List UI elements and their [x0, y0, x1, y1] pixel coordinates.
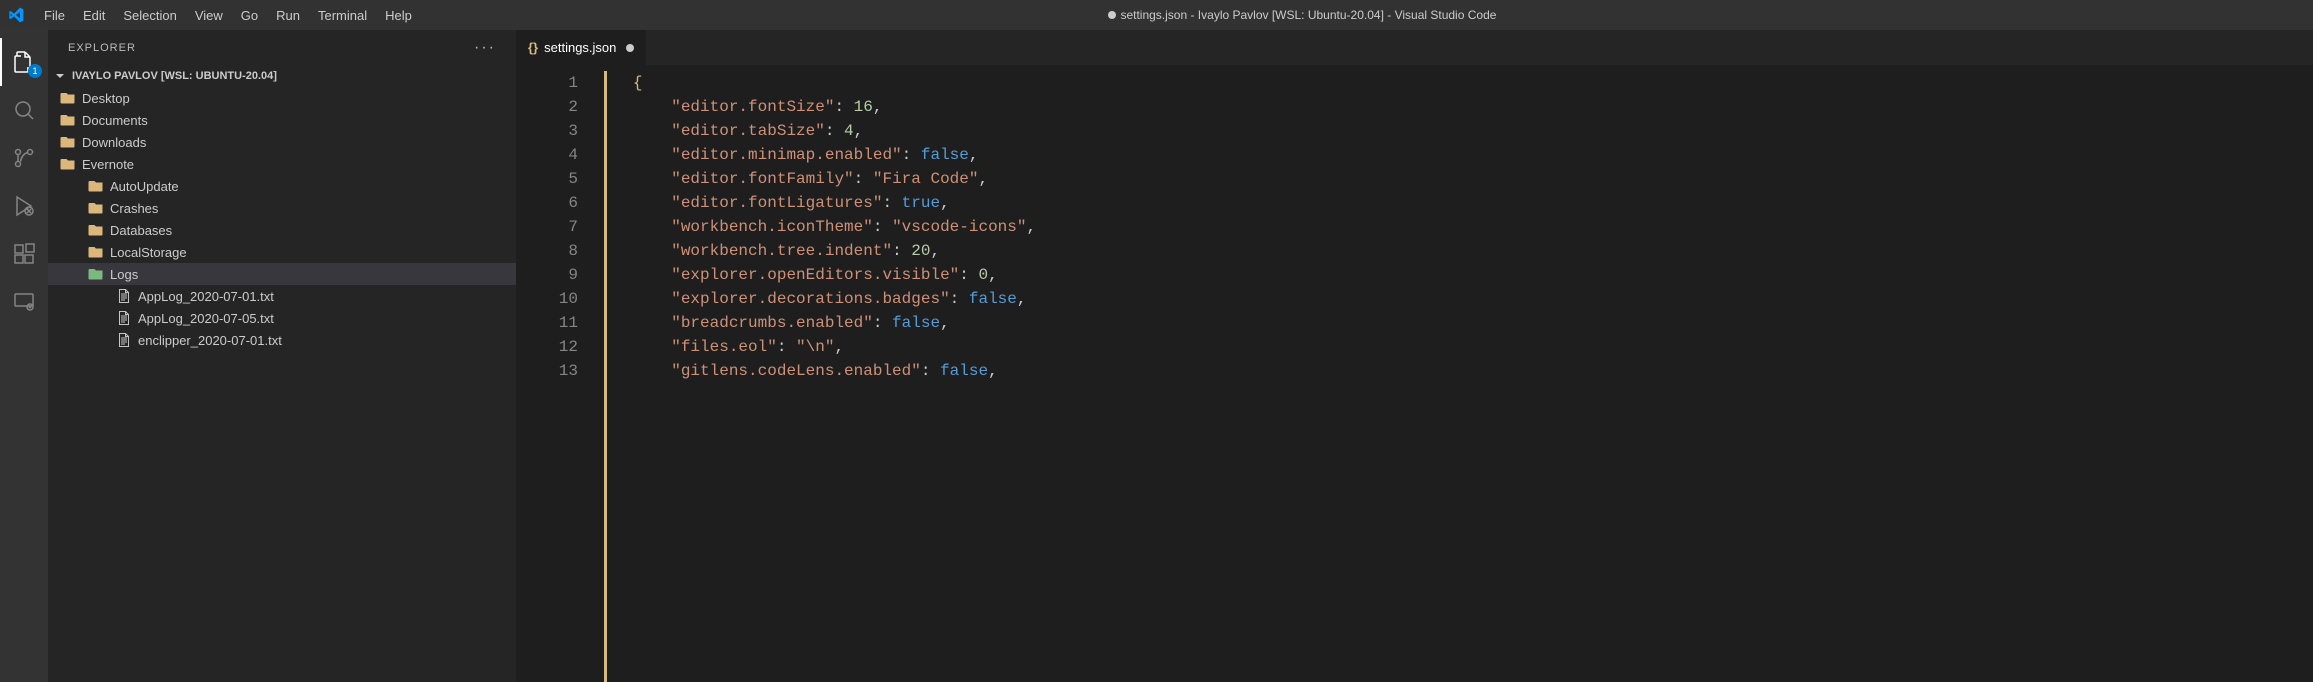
tree-item-label: AutoUpdate [110, 179, 179, 194]
editor-content[interactable]: 12345678910111213 { "editor.fontSize": 1… [516, 65, 2313, 682]
file-item[interactable]: AppLog_2020-07-05.txt [48, 307, 516, 329]
vscode-logo-icon [8, 7, 24, 23]
chevron-down-icon [52, 68, 68, 84]
menu-item-run[interactable]: Run [268, 4, 308, 27]
editor-area: {}settings.json 12345678910111213 { "edi… [516, 30, 2313, 682]
activity-explorer-icon[interactable]: 1 [0, 38, 48, 86]
line-number: 3 [516, 119, 578, 143]
menu-item-terminal[interactable]: Terminal [310, 4, 375, 27]
tree-item-label: Downloads [82, 135, 146, 150]
menu-item-edit[interactable]: Edit [75, 4, 113, 27]
tree-item-label: Databases [110, 223, 172, 238]
folder-item[interactable]: Crashes [48, 197, 516, 219]
line-number: 8 [516, 239, 578, 263]
tree-item-label: LocalStorage [110, 245, 187, 260]
menu-item-file[interactable]: File [36, 4, 73, 27]
folder-icon [60, 134, 76, 150]
window-title: settings.json - Ivaylo Pavlov [WSL: Ubun… [420, 8, 2185, 22]
code-line[interactable]: "workbench.tree.indent": 20, [604, 239, 2313, 263]
folder-item[interactable]: Downloads [48, 131, 516, 153]
code-line[interactable]: "editor.fontFamily": "Fira Code", [604, 167, 2313, 191]
code-line[interactable]: "editor.fontSize": 16, [604, 95, 2313, 119]
code-line[interactable]: "editor.tabSize": 4, [604, 119, 2313, 143]
folder-icon [60, 156, 76, 172]
line-number: 12 [516, 335, 578, 359]
line-number: 7 [516, 215, 578, 239]
file-item[interactable]: enclipper_2020-07-01.txt [48, 329, 516, 351]
folder-item[interactable]: Logs [48, 263, 516, 285]
dirty-indicator-icon [1108, 11, 1116, 19]
file-item[interactable]: AppLog_2020-07-01.txt [48, 285, 516, 307]
folder-item[interactable]: Desktop [48, 87, 516, 109]
folder-item[interactable]: Evernote [48, 153, 516, 175]
folder-icon [88, 266, 104, 282]
menubar: FileEditSelectionViewGoRunTerminalHelp [36, 4, 420, 27]
folder-item[interactable]: Documents [48, 109, 516, 131]
menu-item-selection[interactable]: Selection [115, 4, 184, 27]
folder-icon [60, 90, 76, 106]
line-number: 13 [516, 359, 578, 383]
activity-debug-icon[interactable] [0, 182, 48, 230]
code-line[interactable]: "explorer.decorations.badges": false, [604, 287, 2313, 311]
activity-extensions-icon[interactable] [0, 230, 48, 278]
tree-item-label: Documents [82, 113, 148, 128]
code-line[interactable]: "workbench.iconTheme": "vscode-icons", [604, 215, 2313, 239]
line-number: 4 [516, 143, 578, 167]
activity-bar: 1 [0, 30, 48, 682]
json-icon: {} [528, 40, 538, 55]
titlebar: FileEditSelectionViewGoRunTerminalHelp s… [0, 0, 2313, 30]
project-header[interactable]: IVAYLO PAVLOV [WSL: UBUNTU-20.04] [48, 65, 516, 87]
folder-icon [60, 112, 76, 128]
explorer-badge: 1 [28, 64, 42, 78]
folder-icon [88, 178, 104, 194]
menu-item-help[interactable]: Help [377, 4, 420, 27]
folder-icon [88, 244, 104, 260]
activity-search-icon[interactable] [0, 86, 48, 134]
code-line[interactable]: "files.eol": "\n", [604, 335, 2313, 359]
code-line[interactable]: { [604, 71, 2313, 95]
code-line[interactable]: "gitlens.codeLens.enabled": false, [604, 359, 2313, 383]
line-number: 9 [516, 263, 578, 287]
editor-tab[interactable]: {} settings.json [516, 30, 647, 65]
line-number: 5 [516, 167, 578, 191]
activity-scm-icon[interactable] [0, 134, 48, 182]
file-icon [116, 288, 132, 304]
code-lines[interactable]: { "editor.fontSize": 16, "editor.tabSize… [604, 71, 2313, 682]
file-icon [116, 310, 132, 326]
code-line[interactable]: "editor.minimap.enabled": false, [604, 143, 2313, 167]
code-line[interactable]: "breadcrumbs.enabled": false, [604, 311, 2313, 335]
sidebar-title: EXPLORER [68, 42, 136, 54]
line-number: 10 [516, 287, 578, 311]
tab-label: settings.json [544, 40, 616, 55]
gutter: 12345678910111213 [516, 71, 604, 682]
menu-item-view[interactable]: View [187, 4, 231, 27]
dirty-dot-icon [626, 44, 634, 52]
sidebar-more-icon[interactable]: ··· [474, 39, 496, 57]
line-number: 1 [516, 71, 578, 95]
folder-icon [88, 222, 104, 238]
file-tree: Desktop Documents Downloads Evernote AutoUpd… [48, 87, 516, 682]
line-number: 11 [516, 311, 578, 335]
folder-item[interactable]: AutoUpdate [48, 175, 516, 197]
line-number: 2 [516, 95, 578, 119]
folder-item[interactable]: Databases [48, 219, 516, 241]
tree-item-label: Desktop [82, 91, 130, 106]
tree-item-label: Crashes [110, 201, 158, 216]
tree-item-label: Evernote [82, 157, 134, 172]
tree-item-label: enclipper_2020-07-01.txt [138, 333, 282, 348]
activity-remote-icon[interactable] [0, 278, 48, 326]
sidebar: EXPLORER ··· IVAYLO PAVLOV [WSL: UBUNTU-… [48, 30, 516, 682]
menu-item-go[interactable]: Go [233, 4, 266, 27]
tabs-bar: {} settings.json [516, 30, 2313, 65]
folder-item[interactable]: LocalStorage [48, 241, 516, 263]
folder-icon [88, 200, 104, 216]
code-line[interactable]: "editor.fontLigatures": true, [604, 191, 2313, 215]
file-icon [116, 332, 132, 348]
tree-item-label: AppLog_2020-07-01.txt [138, 289, 274, 304]
line-number: 6 [516, 191, 578, 215]
code-line[interactable]: "explorer.openEditors.visible": 0, [604, 263, 2313, 287]
tree-item-label: AppLog_2020-07-05.txt [138, 311, 274, 326]
modified-indicator [604, 71, 607, 682]
tree-item-label: Logs [110, 267, 138, 282]
